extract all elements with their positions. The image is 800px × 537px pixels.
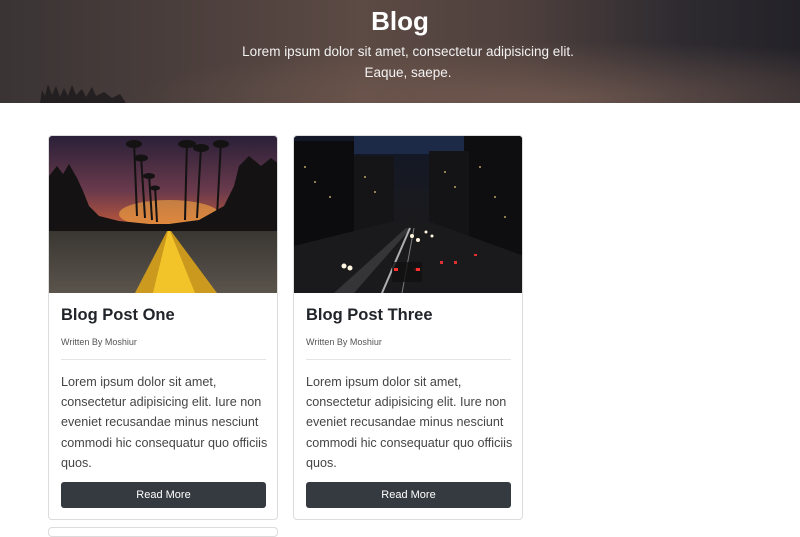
sunset-road-image <box>49 136 277 293</box>
post-title: Blog Post One <box>61 306 175 324</box>
post-title: Blog Post Three <box>306 306 433 324</box>
post-excerpt: Lorem ipsum dolor sit amet, consectetur … <box>306 375 513 470</box>
blog-card: Blog Post Three Written By Moshiur Lorem… <box>293 135 523 520</box>
card-divider <box>306 359 511 360</box>
post-author: Written By Moshiur <box>61 337 137 347</box>
read-more-button[interactable]: Read More <box>306 482 511 508</box>
post-excerpt: Lorem ipsum dolor sit amet, consectetur … <box>61 375 268 470</box>
post-author: Written By Moshiur <box>306 337 382 347</box>
blog-card: Blog Post One Written By Moshiur Lorem i… <box>48 135 278 520</box>
page-subtitle: Lorem ipsum dolor sit amet, consectetur … <box>242 44 574 80</box>
page-title: Blog <box>371 6 429 36</box>
read-more-button[interactable]: Read More <box>61 482 266 508</box>
card-divider <box>61 359 266 360</box>
next-card-edge <box>48 527 278 537</box>
city-night-traffic-image <box>294 136 522 293</box>
hero-banner: Blog Lorem ipsum dolor sit amet, consect… <box>0 0 800 103</box>
